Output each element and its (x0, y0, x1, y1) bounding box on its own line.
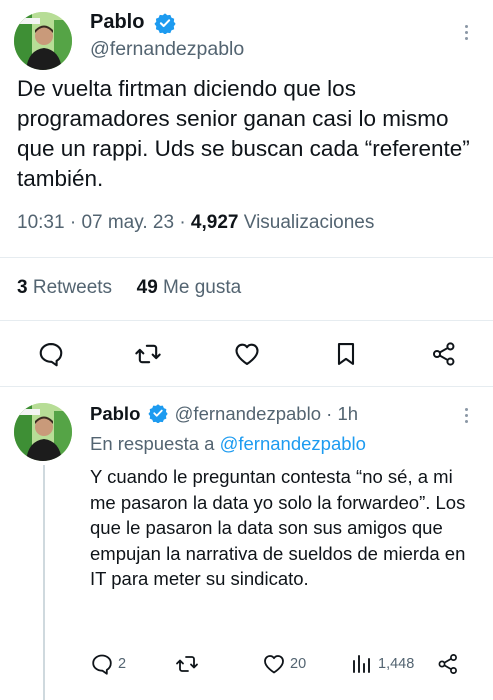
speech-bubble-icon (92, 654, 112, 675)
view-count: 1,448 (378, 656, 415, 672)
heart-icon (264, 655, 284, 674)
retweets-count[interactable]: 3 (17, 277, 28, 298)
more-dots-icon[interactable] (462, 408, 470, 426)
share-nodes-icon (432, 342, 455, 366)
author-name[interactable]: Pablo (90, 11, 144, 34)
reply-header: Pablo @fernandezpablo · 1h (90, 403, 358, 425)
reply-age[interactable]: 1h (337, 403, 358, 424)
thread-line (43, 465, 45, 700)
bar-chart-icon (353, 655, 370, 673)
reply-views-button[interactable]: 1,448 (350, 652, 414, 676)
reply-author-handle[interactable]: @fernandezpablo (175, 403, 321, 424)
heart-icon (235, 343, 259, 365)
speech-bubble-icon (39, 343, 63, 367)
divider (0, 386, 493, 387)
tweet-time[interactable]: 10:31 (17, 212, 65, 233)
like-count: 20 (290, 656, 307, 672)
like-button[interactable] (233, 340, 261, 368)
views-label: Visualizaciones (243, 212, 375, 233)
meta-separator: · (179, 212, 191, 233)
author-avatar[interactable] (14, 12, 72, 70)
likes-label[interactable]: Me gusta (163, 277, 241, 298)
verified-badge-icon (154, 13, 176, 34)
in-reply-to: En respuesta a @fernandezpablo (90, 433, 366, 455)
reply-text: Y cuando le preguntan contesta “no sé, a… (90, 466, 466, 589)
tweet-meta: 10:31 · 07 may. 23 · 4,927 Visualizacion… (17, 212, 374, 234)
tweet-date[interactable]: 07 may. 23 (81, 212, 174, 233)
reply-share-button[interactable] (436, 652, 460, 676)
tweet-stats: 3 Retweets 49 Me gusta (17, 277, 241, 299)
bookmark-icon (337, 343, 355, 365)
bookmark-button[interactable] (332, 340, 360, 368)
retweet-arrows-icon (176, 656, 198, 672)
avatar-photo (14, 403, 72, 461)
divider (0, 257, 493, 258)
in-reply-prefix: En respuesta a (90, 433, 215, 454)
likes-count[interactable]: 49 (137, 277, 158, 298)
verified-badge-icon (147, 404, 168, 424)
views-count: 4,927 (190, 212, 239, 233)
reply-reply-button[interactable]: 2 (90, 652, 126, 676)
share-button[interactable] (430, 340, 458, 368)
meta-separator: · (326, 403, 338, 424)
reply-author-avatar[interactable] (14, 403, 72, 461)
reply-button[interactable] (37, 340, 65, 368)
share-nodes-icon (438, 654, 457, 674)
reply-author-name[interactable]: Pablo (90, 403, 140, 424)
retweet-arrows-icon (135, 344, 161, 364)
retweets-label[interactable]: Retweets (33, 277, 112, 298)
divider (0, 320, 493, 321)
avatar-photo (14, 12, 72, 70)
author-handle[interactable]: @fernandezpablo (90, 38, 244, 61)
tweet-text: De vuelta firtman diciendo que los progr… (17, 76, 470, 191)
more-dots-icon[interactable] (462, 25, 470, 43)
reply-count: 2 (118, 656, 127, 672)
reply-retweet-button[interactable] (175, 652, 199, 676)
meta-separator: · (69, 212, 82, 233)
retweet-button[interactable] (134, 340, 162, 368)
in-reply-handle-link[interactable]: @fernandezpablo (220, 433, 366, 454)
reply-like-button[interactable]: 20 (262, 652, 306, 676)
